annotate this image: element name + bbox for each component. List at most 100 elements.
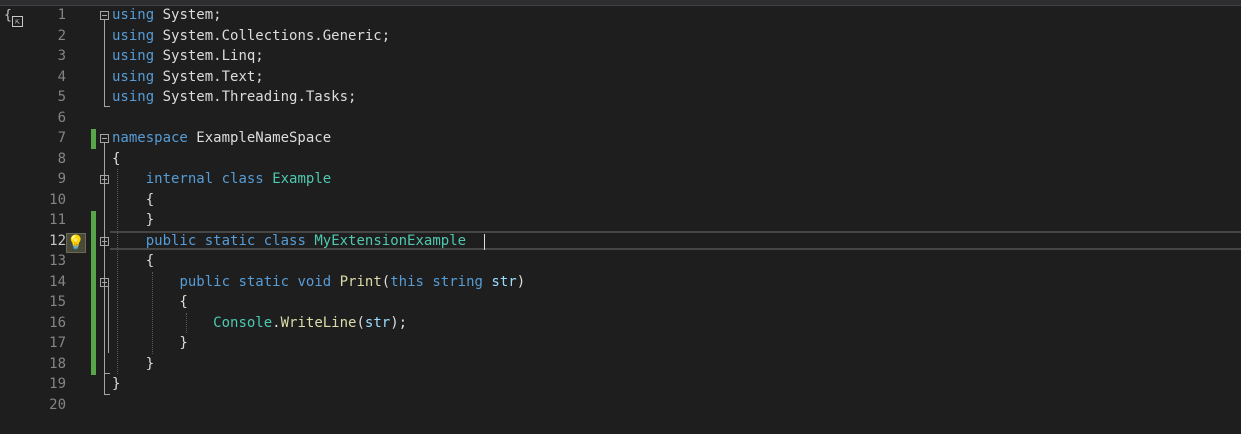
code-line[interactable]: 4 using System.Text; xyxy=(0,67,1241,87)
code-token: . xyxy=(272,314,281,331)
collapse-class-myextension-button[interactable] xyxy=(100,237,109,246)
code-text: { xyxy=(112,292,187,312)
indent-guide xyxy=(186,313,187,333)
line-number: 2 xyxy=(57,27,66,44)
lightbulb-icon[interactable]: 💡 xyxy=(66,233,86,253)
code-token: { xyxy=(112,191,155,208)
code-text: } xyxy=(112,210,154,230)
code-line[interactable]: 19} xyxy=(0,374,1241,394)
code-text: } xyxy=(112,354,154,374)
line-number: 10 xyxy=(49,191,66,208)
code-token: ( xyxy=(381,273,391,290)
code-text: using System.Threading.Tasks; xyxy=(112,87,356,107)
code-token: ) xyxy=(516,273,526,290)
code-text: } xyxy=(112,374,120,394)
code-text: public static void Print(this string str… xyxy=(112,272,525,292)
line-number: 11 xyxy=(49,212,66,228)
code-token: System.Collections.Generic; xyxy=(154,27,391,44)
indent-guide xyxy=(152,272,153,354)
code-text: using System; xyxy=(112,5,222,25)
code-token: this xyxy=(390,273,424,290)
outline-end xyxy=(104,394,110,395)
code-token: str xyxy=(491,273,517,290)
code-token: internal xyxy=(145,171,214,187)
code-line[interactable]: 5 using System.Threading.Tasks; xyxy=(0,87,1241,107)
collapse-class-example-button[interactable] xyxy=(100,175,109,184)
code-text: namespace ExampleNameSpace xyxy=(112,128,331,148)
code-line[interactable]: 8{ xyxy=(0,149,1241,169)
code-token: using xyxy=(112,7,155,23)
line-number: 16 xyxy=(49,314,66,331)
code-token: ExampleNameSpace xyxy=(187,130,332,146)
outline-line xyxy=(108,287,109,353)
change-bar xyxy=(91,129,96,149)
code-token: } xyxy=(112,355,155,372)
line-number: 15 xyxy=(49,294,66,310)
change-bar xyxy=(91,211,96,375)
code-token: str xyxy=(364,314,391,331)
collapse-namespace-button[interactable] xyxy=(100,134,109,143)
code-token: System.Text; xyxy=(154,68,264,85)
code-line[interactable]: 14 public static void Print(this string … xyxy=(0,272,1241,292)
outline-line xyxy=(104,246,105,373)
code-token: } xyxy=(112,376,121,392)
code-line[interactable]: 9 internal class Example xyxy=(0,169,1241,189)
code-text: { xyxy=(112,149,120,169)
code-token: System; xyxy=(154,7,222,23)
code-line[interactable]: 6 xyxy=(0,108,1241,128)
indent-guide xyxy=(117,169,118,374)
code-token: using xyxy=(112,89,155,105)
code-text: { xyxy=(112,251,154,271)
code-text: using System.Collections.Generic; xyxy=(112,26,390,46)
code-text: { xyxy=(112,190,154,210)
code-line[interactable]: 15 { xyxy=(0,292,1241,312)
code-token: using xyxy=(112,68,155,85)
code-token: ( xyxy=(356,314,365,331)
code-token: { xyxy=(112,253,155,269)
current-line-highlight xyxy=(110,231,1241,250)
code-token: Console xyxy=(213,314,273,331)
code-text: Console.WriteLine(str); xyxy=(112,313,407,333)
code-line[interactable]: 10 { xyxy=(0,190,1241,210)
code-token: Example xyxy=(272,171,332,187)
code-token: namespace xyxy=(112,130,188,146)
code-token: { xyxy=(112,150,121,167)
code-line[interactable]: 3 using System.Linq; xyxy=(0,46,1241,66)
code-token: System.Threading.Tasks; xyxy=(154,89,357,105)
code-token: Print xyxy=(339,273,382,290)
code-token: string xyxy=(432,273,483,290)
code-token: class xyxy=(221,171,264,187)
code-line[interactable]: 13 { xyxy=(0,251,1241,271)
line-number: 18 xyxy=(49,355,66,372)
code-token: System.Linq; xyxy=(154,48,264,64)
code-line[interactable]: 2 using System.Collections.Generic; xyxy=(0,26,1241,46)
code-text: using System.Text; xyxy=(112,67,264,87)
line-number: 5 xyxy=(57,89,66,105)
code-line[interactable]: 20 xyxy=(0,395,1241,415)
collapse-usings-button[interactable] xyxy=(100,11,109,20)
code-line[interactable]: 1 using System; xyxy=(0,5,1241,25)
code-text: } xyxy=(112,333,187,353)
code-line[interactable]: 18 } xyxy=(0,354,1241,374)
code-token: static xyxy=(238,273,290,290)
code-token: WriteLine xyxy=(280,314,357,331)
line-number: 7 xyxy=(57,130,66,146)
code-line[interactable]: 7 namespace ExampleNameSpace xyxy=(0,128,1241,148)
line-number: 4 xyxy=(57,68,66,85)
code-line[interactable]: 11 } xyxy=(0,210,1241,230)
line-number: 9 xyxy=(57,171,66,187)
code-token: using xyxy=(112,27,155,44)
code-token: void xyxy=(297,273,332,290)
code-editor[interactable]: 20 19} 18 } 17 } 16 Console.WriteLine(str); 1… xyxy=(0,5,1241,434)
line-number: 3 xyxy=(57,48,66,64)
code-token: public xyxy=(179,273,231,290)
line-number: 13 xyxy=(49,253,66,269)
code-line[interactable]: 17 } xyxy=(0,333,1241,353)
outline-end xyxy=(104,106,110,107)
code-token: } xyxy=(112,212,155,228)
